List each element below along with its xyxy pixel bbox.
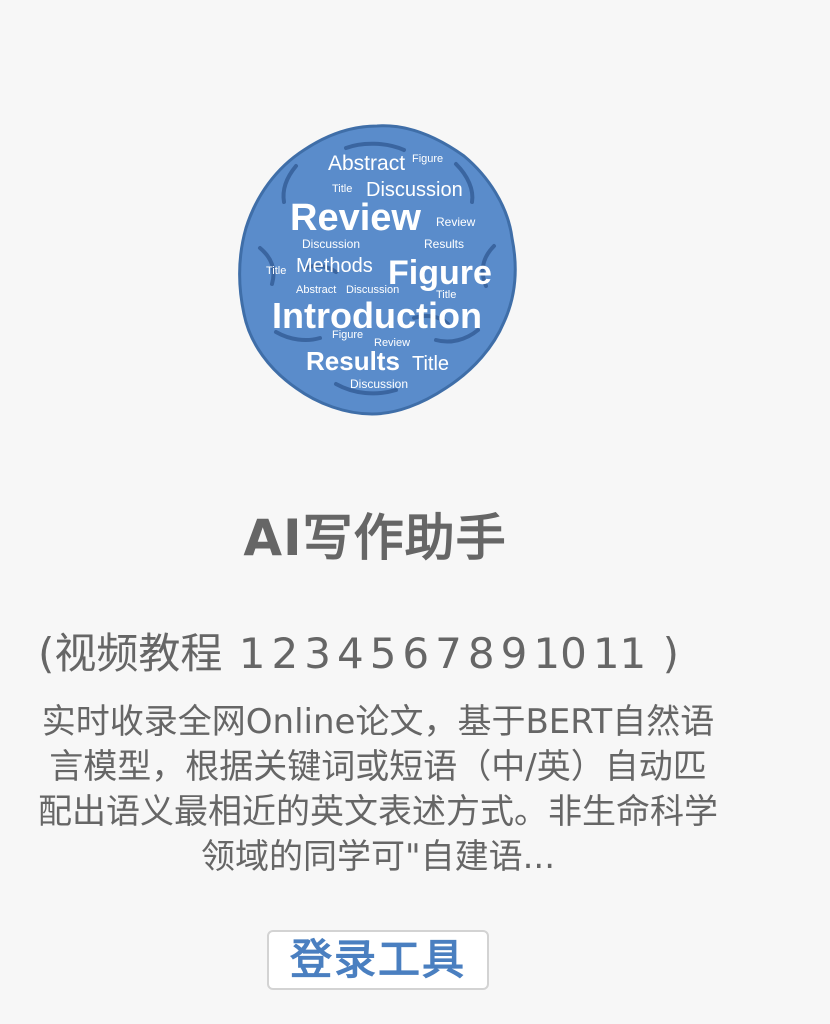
cloud-word: Review bbox=[436, 215, 476, 229]
brain-word-cloud-logo: Abstract Figure Title Discussion Review … bbox=[236, 118, 518, 418]
login-tool-button[interactable]: 登录工具 bbox=[267, 930, 489, 990]
tutorial-link-6[interactable]: 6 bbox=[402, 629, 429, 678]
tutorial-link-11[interactable]: 11 bbox=[593, 629, 646, 678]
app-title: AI写作助手 bbox=[243, 509, 507, 567]
cloud-word: Results bbox=[424, 237, 464, 251]
tutorial-link-10[interactable]: 10 bbox=[533, 629, 586, 678]
tutorial-suffix: ) bbox=[662, 629, 680, 678]
cloud-word: Title bbox=[332, 183, 352, 195]
cloud-word: Figure bbox=[388, 254, 492, 292]
cloud-word: Title bbox=[266, 265, 286, 277]
tutorial-prefix: (视频教程 bbox=[38, 629, 223, 678]
tutorial-link-1[interactable]: 1 bbox=[239, 629, 266, 678]
tutorial-link-8[interactable]: 8 bbox=[468, 629, 495, 678]
cloud-word: Figure bbox=[332, 329, 363, 341]
tutorial-link-2[interactable]: 2 bbox=[271, 629, 298, 678]
cloud-word: Results bbox=[306, 346, 400, 376]
cloud-word: Review bbox=[290, 197, 421, 239]
cloud-word: Discussion bbox=[350, 377, 408, 391]
tutorial-link-5[interactable]: 5 bbox=[370, 629, 397, 678]
video-tutorial-links: (视频教程 1 2 3 4 5 6 7 8 9 10 11 ) bbox=[38, 620, 738, 681]
tutorial-link-7[interactable]: 7 bbox=[435, 629, 462, 678]
cloud-word: Title bbox=[412, 353, 449, 375]
cloud-word: Abstract bbox=[328, 152, 405, 175]
cloud-word: Introduction bbox=[272, 295, 482, 336]
tutorial-link-3[interactable]: 3 bbox=[304, 629, 331, 678]
app-description: 实时收录全网Online论文，基于BERT自然语言模型，根据关键词或短语（中/英… bbox=[38, 702, 718, 877]
tutorial-link-9[interactable]: 9 bbox=[501, 629, 528, 678]
tutorial-link-4[interactable]: 4 bbox=[337, 629, 364, 678]
cloud-word: Discussion bbox=[302, 237, 360, 251]
cloud-word: Methods bbox=[296, 255, 373, 277]
cloud-word: Figure bbox=[412, 153, 443, 165]
